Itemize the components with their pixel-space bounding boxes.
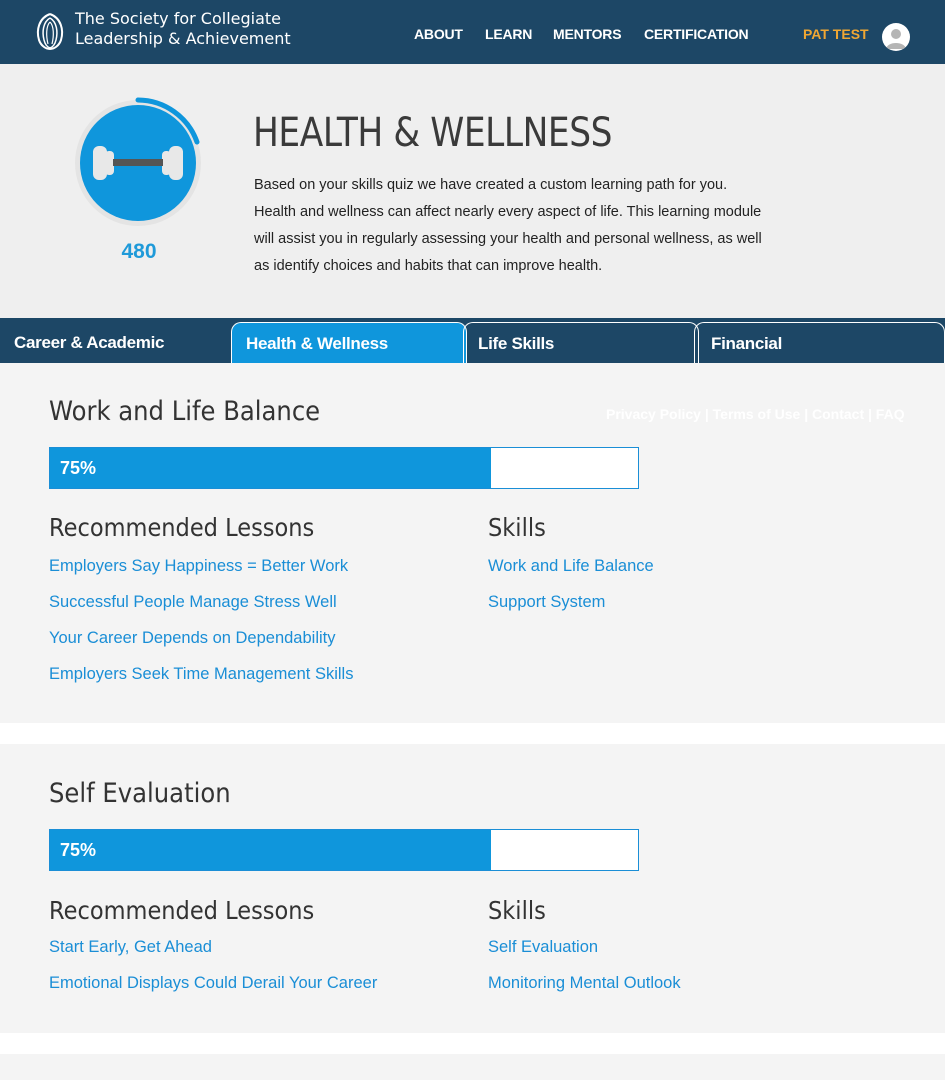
lesson-link[interactable]: Employers Seek Time Management Skills (49, 665, 353, 701)
lesson-module-card (0, 1054, 945, 1080)
nav-about-link[interactable]: ABOUT (414, 26, 463, 42)
progress-label: 75% (60, 458, 97, 478)
progress-fill (50, 830, 491, 870)
progress-label: 75% (60, 840, 97, 860)
lesson-list: Employers Say Happiness = Better Work Su… (49, 557, 353, 701)
tab-label: Health & Wellness (246, 334, 388, 353)
tab-health-wellness[interactable]: Health & Wellness (231, 322, 467, 363)
lesson-module-card: Self Evaluation 75% Recommended Lessons … (0, 744, 945, 1033)
module-progress-bar: 75% (49, 829, 639, 871)
laurel-logo-icon[interactable] (33, 12, 67, 50)
nav-mentors-link[interactable]: MENTORS (553, 26, 622, 42)
lesson-link[interactable]: Emotional Displays Could Derail Your Car… (49, 974, 377, 1010)
module-title: Work and Life Balance (49, 396, 321, 427)
site-logo-text[interactable]: The Society for Collegiate Leadership & … (75, 9, 291, 49)
skill-link[interactable]: Self Evaluation (488, 938, 681, 974)
skill-link[interactable]: Work and Life Balance (488, 557, 654, 593)
top-navigation-bar: The Society for Collegiate Leadership & … (0, 0, 945, 64)
tab-career-academic[interactable]: Career & Academic (0, 322, 234, 363)
user-name-link[interactable]: PAT TEST (803, 26, 869, 42)
tab-label: Financial (711, 334, 782, 353)
footer-links[interactable]: Privacy Policy | Terms of Use | Contact … (606, 406, 905, 422)
lesson-link[interactable]: Successful People Manage Stress Well (49, 593, 353, 629)
tab-label: Life Skills (478, 334, 555, 353)
module-description: Based on your skills quiz we have create… (254, 177, 762, 274)
tab-label: Career & Academic (14, 333, 165, 352)
tab-financial[interactable]: Financial (694, 322, 945, 363)
skill-link[interactable]: Monitoring Mental Outlook (488, 974, 681, 1010)
recommended-lessons-heading: Recommended Lessons (49, 513, 315, 542)
user-avatar-icon[interactable] (882, 23, 910, 51)
skill-link[interactable]: Support System (488, 593, 654, 629)
nav-certification-link[interactable]: CERTIFICATION (644, 26, 749, 42)
nav-learn-link[interactable]: LEARN (485, 26, 532, 42)
logo-line-2: Leadership & Achievement (75, 29, 291, 48)
progress-fill (50, 448, 491, 488)
logo-line-1: The Society for Collegiate (75, 9, 282, 28)
module-progress-bar: 75% (49, 447, 639, 489)
module-score: 480 (121, 240, 157, 263)
skills-heading: Skills (488, 513, 546, 542)
lesson-list: Start Early, Get Ahead Emotional Display… (49, 938, 377, 1010)
lesson-link[interactable]: Employers Say Happiness = Better Work (49, 557, 353, 593)
skills-heading: Skills (488, 896, 546, 925)
module-badge (71, 96, 205, 230)
skills-list: Work and Life Balance Support System (488, 557, 654, 629)
module-title: Self Evaluation (49, 778, 231, 809)
skills-list: Self Evaluation Monitoring Mental Outloo… (488, 938, 681, 1010)
recommended-lessons-heading: Recommended Lessons (49, 896, 315, 925)
module-hero: 480 HEALTH & WELLNESS Based on your skil… (0, 64, 945, 318)
category-tabs: Career & Academic Health & Wellness Life… (0, 318, 945, 363)
lesson-link[interactable]: Your Career Depends on Dependability (49, 629, 353, 665)
lesson-link[interactable]: Start Early, Get Ahead (49, 938, 377, 974)
page-title: HEALTH & WELLNESS (253, 110, 613, 156)
tab-life-skills[interactable]: Life Skills (463, 322, 699, 363)
